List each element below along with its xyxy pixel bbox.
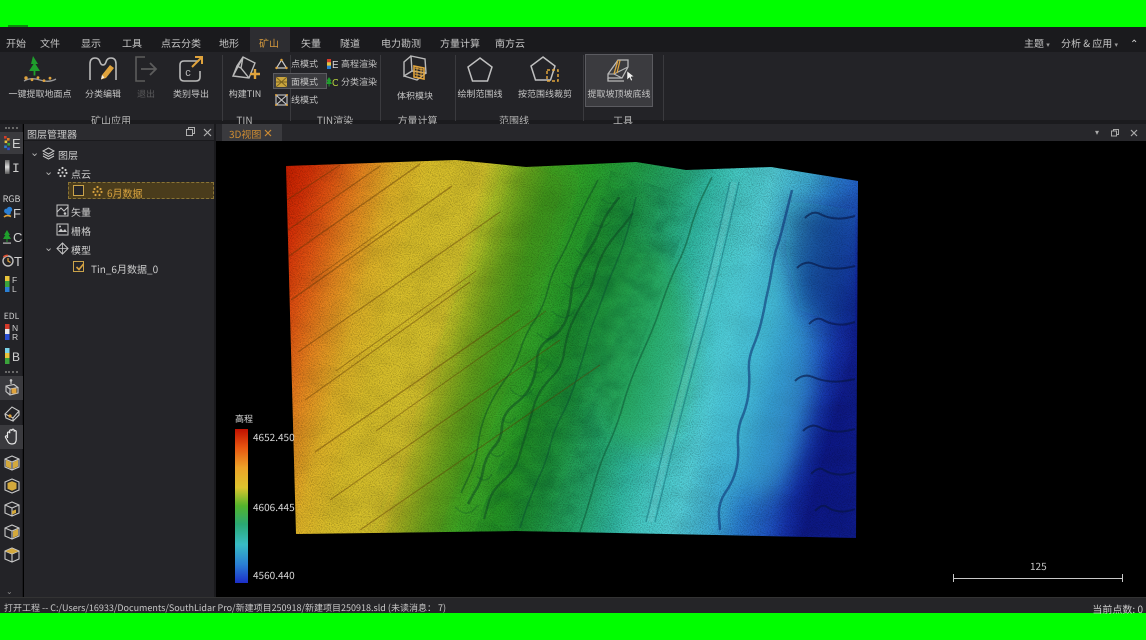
svg-text:T: T bbox=[14, 254, 22, 269]
svg-text:I: I bbox=[12, 161, 20, 176]
svg-text:R: R bbox=[12, 332, 18, 342]
svg-text:C: C bbox=[13, 230, 22, 245]
svg-text:L: L bbox=[12, 284, 17, 294]
svg-text:4606.445: 4606.445 bbox=[253, 499, 295, 514]
svg-text:c: c bbox=[185, 67, 191, 79]
svg-text:4560.440: 4560.440 bbox=[253, 567, 295, 582]
svg-text:E: E bbox=[12, 136, 21, 151]
svg-text:125: 125 bbox=[1030, 558, 1047, 573]
svg-text:F: F bbox=[13, 206, 21, 221]
svg-text:高程: 高程 bbox=[235, 412, 253, 425]
svg-text:C: C bbox=[332, 78, 338, 88]
svg-text:B: B bbox=[12, 350, 20, 364]
svg-text:4652.450: 4652.450 bbox=[253, 429, 295, 444]
svg-text:E: E bbox=[332, 60, 338, 70]
